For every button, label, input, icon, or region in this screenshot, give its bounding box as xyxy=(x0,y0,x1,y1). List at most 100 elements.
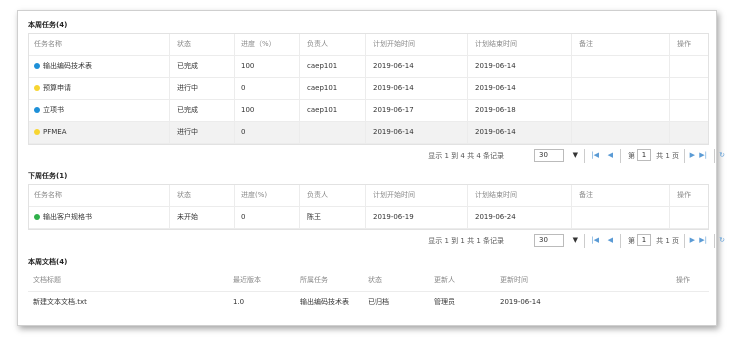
this-week-pagination: 显示 1 到 4 共 4 条记录 30 ▼ |◀ ◀ 第 1 共 1 页 ▶ ▶… xyxy=(28,146,725,166)
table-row[interactable]: 新建文本文档.txt 1.0 输出编码技术表 已归档 管理员 2019-06-1… xyxy=(28,292,709,314)
first-page-icon[interactable]: |◀ xyxy=(591,149,599,162)
table-row[interactable]: PFMEA 进行中 0 2019-06-14 2019-06-14 xyxy=(29,122,708,144)
task-start: 2019-06-17 xyxy=(373,106,414,114)
task-owner: caep101 xyxy=(307,84,338,92)
table-header: 文档标题 最近版本 所属任务 状态 更新人 更新时间 操作 xyxy=(28,270,709,292)
page-number-input[interactable]: 1 xyxy=(637,149,651,161)
task-end: 2019-06-14 xyxy=(475,62,516,70)
task-name: 输出客户规格书 xyxy=(43,213,92,221)
col-owner: 负责人 xyxy=(307,40,328,48)
task-status: 已完成 xyxy=(177,62,198,70)
task-end: 2019-06-14 xyxy=(475,128,516,136)
col-plan-start: 计划开始时间 xyxy=(373,191,415,199)
prev-page-icon[interactable]: ◀ xyxy=(608,234,613,247)
col-owner: 负责人 xyxy=(307,191,328,199)
task-status: 进行中 xyxy=(177,84,198,92)
page-label: 第 xyxy=(628,237,635,245)
pagination-info: 显示 1 到 1 共 1 条记录 xyxy=(428,237,504,245)
col-doc-title: 文档标题 xyxy=(33,276,61,284)
status-dot-icon xyxy=(34,107,40,113)
table-row[interactable]: 预算申请 进行中 0 caep101 2019-06-14 2019-06-14 xyxy=(29,78,708,100)
next-week-pagination: 显示 1 到 1 共 1 条记录 30 ▼ |◀ ◀ 第 1 共 1 页 ▶ ▶… xyxy=(28,231,725,251)
col-version: 最近版本 xyxy=(233,276,261,284)
task-name: 输出编码技术表 xyxy=(43,62,92,70)
task-progress: 0 xyxy=(241,128,246,136)
task-owner: caep101 xyxy=(307,62,338,70)
page-label: 第 xyxy=(628,152,635,160)
task-status: 未开始 xyxy=(177,213,198,221)
col-task: 所属任务 xyxy=(300,276,328,284)
col-plan-start: 计划开始时间 xyxy=(373,40,415,48)
last-page-icon[interactable]: ▶| xyxy=(699,234,707,247)
this-week-tasks-table: 任务名称 状态 进度（%） 负责人 计划开始时间 计划结束时间 备注 操作 输出… xyxy=(28,33,709,145)
status-dot-icon xyxy=(34,214,40,220)
task-start: 2019-06-19 xyxy=(373,213,414,221)
task-end: 2019-06-14 xyxy=(475,84,516,92)
pagination-info: 显示 1 到 4 共 4 条记录 xyxy=(428,152,504,160)
next-page-icon[interactable]: ▶ xyxy=(690,149,695,162)
col-task-name: 任务名称 xyxy=(34,40,62,48)
next-page-icon[interactable]: ▶ xyxy=(690,234,695,247)
task-name: 预算申请 xyxy=(43,84,71,92)
first-page-icon[interactable]: |◀ xyxy=(591,234,599,247)
task-progress: 100 xyxy=(241,62,255,70)
table-header: 任务名称 状态 进度（%） 负责人 计划开始时间 计划结束时间 备注 操作 xyxy=(29,34,708,56)
col-progress: 进度(%) xyxy=(241,191,268,199)
col-plan-end: 计划结束时间 xyxy=(475,191,517,199)
this-week-docs-title: 本周文档(4) xyxy=(28,258,68,266)
doc-version: 1.0 xyxy=(233,298,245,306)
col-actions: 操作 xyxy=(677,191,691,199)
col-status: 状态 xyxy=(368,276,382,284)
task-end: 2019-06-24 xyxy=(475,213,516,221)
table-header: 任务名称 状态 进度(%) 负责人 计划开始时间 计划结束时间 备注 操作 xyxy=(29,185,708,207)
col-progress: 进度（%） xyxy=(241,40,276,48)
col-updater: 更新人 xyxy=(434,276,455,284)
col-task-name: 任务名称 xyxy=(34,191,62,199)
col-remark: 备注 xyxy=(579,40,593,48)
task-owner: caep101 xyxy=(307,106,338,114)
task-end: 2019-06-18 xyxy=(475,106,516,114)
task-progress: 0 xyxy=(241,84,246,92)
doc-updater: 管理员 xyxy=(434,298,455,306)
doc-update-time: 2019-06-14 xyxy=(500,298,541,306)
this-week-tasks-title: 本周任务(4) xyxy=(28,21,68,29)
task-start: 2019-06-14 xyxy=(373,128,414,136)
page-size-select[interactable]: 30 xyxy=(534,234,564,247)
prev-page-icon[interactable]: ◀ xyxy=(608,149,613,162)
status-dot-icon xyxy=(34,85,40,91)
this-week-docs-table: 文档标题 最近版本 所属任务 状态 更新人 更新时间 操作 新建文本文档.txt… xyxy=(28,270,709,314)
col-actions: 操作 xyxy=(676,276,690,284)
task-name: 立项书 xyxy=(43,106,64,114)
doc-status: 已归档 xyxy=(368,298,389,306)
table-row[interactable]: 输出编码技术表 已完成 100 caep101 2019-06-14 2019-… xyxy=(29,56,708,78)
status-dot-icon xyxy=(34,63,40,69)
col-remark: 备注 xyxy=(579,191,593,199)
status-dot-icon xyxy=(34,129,40,135)
task-start: 2019-06-14 xyxy=(373,84,414,92)
table-row[interactable]: 输出客户规格书 未开始 0 陈王 2019-06-19 2019-06-24 xyxy=(29,207,708,229)
task-start: 2019-06-14 xyxy=(373,62,414,70)
page-number-input[interactable]: 1 xyxy=(637,234,651,246)
task-dashboard-panel: 本周任务(4) 任务名称 状态 进度（%） 负责人 计划开始时间 计划结束时间 … xyxy=(17,10,725,326)
task-status: 进行中 xyxy=(177,128,198,136)
page-size-select[interactable]: 30 xyxy=(534,149,564,162)
next-week-tasks-table: 任务名称 状态 进度(%) 负责人 计划开始时间 计划结束时间 备注 操作 输出… xyxy=(28,184,709,230)
task-progress: 0 xyxy=(241,213,246,221)
page-total: 共 1 页 xyxy=(656,237,679,245)
col-plan-end: 计划结束时间 xyxy=(475,40,517,48)
refresh-icon[interactable]: ↻ xyxy=(719,149,725,162)
task-progress: 100 xyxy=(241,106,255,114)
task-name: PFMEA xyxy=(43,128,67,136)
col-update-time: 更新时间 xyxy=(500,276,528,284)
caret-down-icon[interactable]: ▼ xyxy=(573,234,578,247)
col-status: 状态 xyxy=(177,191,191,199)
refresh-icon[interactable]: ↻ xyxy=(719,234,725,247)
table-row[interactable]: 立项书 已完成 100 caep101 2019-06-17 2019-06-1… xyxy=(29,100,708,122)
page-total: 共 1 页 xyxy=(656,152,679,160)
task-status: 已完成 xyxy=(177,106,198,114)
last-page-icon[interactable]: ▶| xyxy=(699,149,707,162)
next-week-tasks-title: 下周任务(1) xyxy=(28,172,68,180)
task-owner: 陈王 xyxy=(307,213,321,221)
caret-down-icon[interactable]: ▼ xyxy=(573,149,578,162)
doc-title[interactable]: 新建文本文档.txt xyxy=(33,292,87,313)
